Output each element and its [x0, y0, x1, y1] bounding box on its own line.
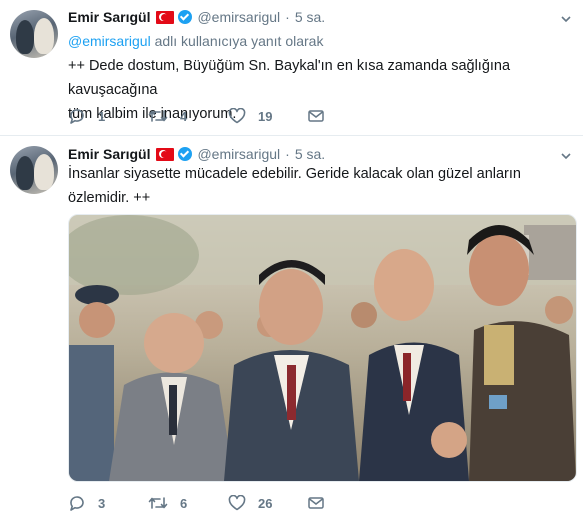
tweet-photo[interactable]: [68, 214, 577, 482]
reply-count: 1: [98, 108, 106, 124]
verified-badge-icon: [178, 10, 193, 24]
tweet-actions: 1 4 19: [68, 108, 388, 124]
tweet-2[interactable]: Emir Sarıgül @emirsarigul · 5 sa. İnsanl…: [0, 137, 583, 520]
tweet-1[interactable]: Emir Sarıgül @emirsarigul · 5 sa. @emirs…: [0, 0, 583, 136]
author-handle[interactable]: @emirsarigul: [197, 9, 280, 25]
retweet-button[interactable]: 4: [148, 108, 228, 124]
reply-button[interactable]: 1: [68, 108, 148, 124]
reply-context-text: adlı kullanıcıya yanıt olarak: [150, 33, 324, 49]
direct-message-button[interactable]: [308, 109, 388, 123]
avatar[interactable]: [10, 146, 58, 194]
retweet-count: 6: [180, 495, 188, 511]
like-button[interactable]: 26: [228, 495, 308, 511]
like-count: 19: [258, 108, 273, 124]
message-icon: [308, 110, 324, 122]
retweet-button[interactable]: 6: [148, 495, 228, 511]
author-handle[interactable]: @emirsarigul: [197, 146, 280, 162]
separator-dot: ·: [285, 146, 290, 162]
retweet-icon: [148, 110, 168, 122]
avatar[interactable]: [10, 10, 58, 58]
reply-count: 3: [98, 495, 106, 511]
like-icon: [228, 108, 246, 124]
tweet-text-line: özlemidir. ++: [68, 190, 151, 206]
tweet-divider: [0, 135, 583, 136]
tweet-header: Emir Sarıgül @emirsarigul · 5 sa.: [68, 144, 325, 164]
like-button[interactable]: 19: [228, 108, 308, 124]
photo: [69, 215, 576, 481]
tweet-text: İnsanlar siyasette mücadele edebilir. Ge…: [68, 162, 573, 210]
reply-context: @emirsarigul adlı kullanıcıya yanıt olar…: [68, 33, 323, 49]
timestamp[interactable]: 5 sa.: [295, 146, 325, 162]
reply-icon: [70, 496, 84, 511]
like-icon: [228, 495, 246, 511]
timestamp[interactable]: 5 sa.: [295, 9, 325, 25]
direct-message-button[interactable]: [308, 496, 388, 510]
verified-badge-icon: [178, 147, 193, 161]
author-name[interactable]: Emir Sarıgül: [68, 146, 150, 162]
like-count: 26: [258, 495, 273, 511]
tweet-text-line: İnsanlar siyasette mücadele edebilir. Ge…: [68, 166, 521, 182]
turkey-flag-icon: [156, 147, 175, 161]
retweet-icon: [148, 497, 168, 509]
tweet-text-line: ++ Dede dostum, Büyüğüm Sn. Baykal'ın en…: [68, 58, 511, 98]
tweet-header: Emir Sarıgül @emirsarigul · 5 sa.: [68, 7, 325, 27]
retweet-count: 4: [180, 108, 188, 124]
author-name[interactable]: Emir Sarıgül: [68, 9, 150, 25]
reply-icon: [70, 109, 84, 124]
reply-mention-link[interactable]: @emirsarigul: [68, 33, 151, 49]
tweet-actions: 3 6 26: [68, 495, 388, 511]
separator-dot: ·: [285, 9, 290, 25]
reply-button[interactable]: 3: [68, 495, 148, 511]
turkey-flag-icon: [156, 10, 175, 24]
message-icon: [308, 497, 324, 509]
caret-down-icon[interactable]: [561, 151, 571, 161]
caret-down-icon[interactable]: [561, 14, 571, 24]
